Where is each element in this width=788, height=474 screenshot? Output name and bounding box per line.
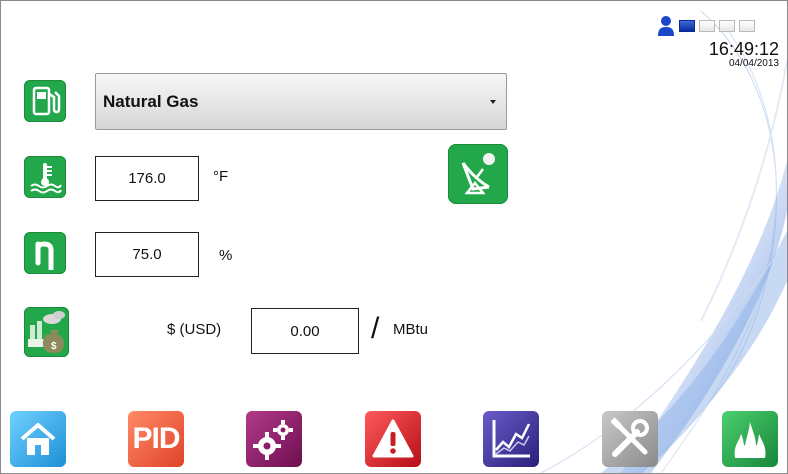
clock: 16:49:12 04/04/2013 <box>709 40 779 70</box>
access-level-4 <box>739 20 755 32</box>
efficiency-unit: % <box>219 247 233 264</box>
fuel-type-value: Natural Gas <box>103 91 199 111</box>
thermometer-water-icon <box>24 156 66 198</box>
settings-gears-icon <box>253 420 293 460</box>
access-status <box>657 15 755 37</box>
chevron-down-icon <box>490 100 496 104</box>
cost-currency-label: $ (USD) <box>167 321 222 338</box>
fuel-pump-icon <box>24 80 66 122</box>
trends-button[interactable] <box>483 411 539 467</box>
clock-date: 04/04/2013 <box>728 58 779 69</box>
fuel-type-select[interactable]: Natural Gas <box>95 73 507 130</box>
combustion-button[interactable] <box>722 411 778 467</box>
user-icon[interactable] <box>657 15 675 37</box>
main-screen: 16:49:12 04/04/2013 Natural Gas 176.0 °F <box>0 0 788 474</box>
clock-time: 16:49:12 <box>708 39 779 59</box>
access-level-1 <box>679 20 695 32</box>
temperature-input[interactable]: 176.0 <box>95 156 199 201</box>
alarm-warning-icon <box>372 419 414 458</box>
trend-chart-icon <box>492 420 531 458</box>
flame-icon <box>734 422 766 458</box>
pid-icon: PID <box>132 422 180 455</box>
cost-input[interactable]: 0.00 <box>251 308 359 354</box>
tools-button[interactable] <box>602 411 658 467</box>
settings-button[interactable] <box>246 411 302 467</box>
cost-separator: / <box>371 312 380 345</box>
alarms-button[interactable] <box>365 411 421 467</box>
access-level-2 <box>699 20 715 32</box>
fuel-cost-icon: $ <box>24 307 69 357</box>
home-button[interactable] <box>10 411 66 467</box>
cost-unit: MBtu <box>393 321 429 338</box>
pid-button[interactable]: PID <box>128 411 184 467</box>
tools-icon <box>610 417 649 457</box>
temperature-unit: °F <box>213 168 229 185</box>
efficiency-input[interactable]: 75.0 <box>95 232 199 277</box>
satellite-dish-icon[interactable] <box>448 144 508 204</box>
access-level-3 <box>719 20 735 32</box>
eta-efficiency-icon <box>24 232 66 274</box>
home-icon <box>20 423 56 455</box>
svg-text:$: $ <box>51 341 57 352</box>
